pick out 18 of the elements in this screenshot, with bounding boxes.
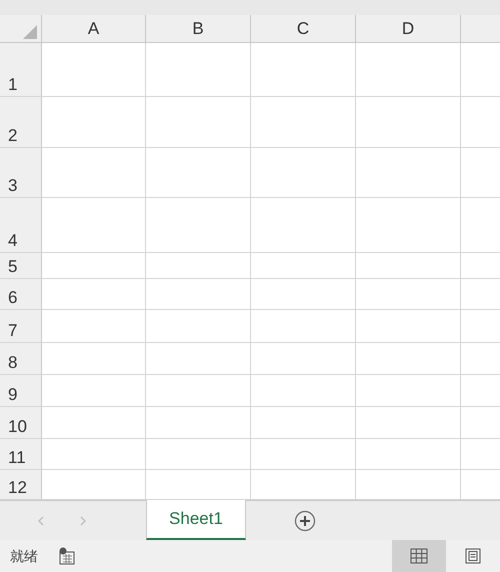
column-header[interactable]: D — [402, 16, 414, 42]
row-header[interactable]: 8 — [8, 352, 18, 374]
column-header[interactable]: C — [296, 16, 310, 42]
macro-record-icon[interactable] — [58, 547, 76, 565]
row-header[interactable]: 5 — [8, 256, 18, 278]
row-header[interactable]: 1 — [8, 74, 18, 96]
column-header[interactable]: B — [192, 16, 204, 42]
row-header[interactable]: 2 — [8, 125, 18, 147]
row-header[interactable]: 7 — [8, 320, 18, 342]
status-text: 就绪 — [9, 546, 38, 566]
grid-view-icon[interactable] — [392, 540, 446, 572]
row-header[interactable]: 3 — [8, 175, 18, 197]
add-sheet-icon[interactable] — [294, 510, 316, 532]
row-header[interactable]: 4 — [8, 230, 18, 252]
row-header[interactable]: 9 — [8, 384, 18, 406]
column-header[interactable]: A — [88, 16, 100, 42]
sheet-tab[interactable]: Sheet1 — [146, 500, 246, 540]
row-header[interactable]: 6 — [8, 287, 18, 309]
